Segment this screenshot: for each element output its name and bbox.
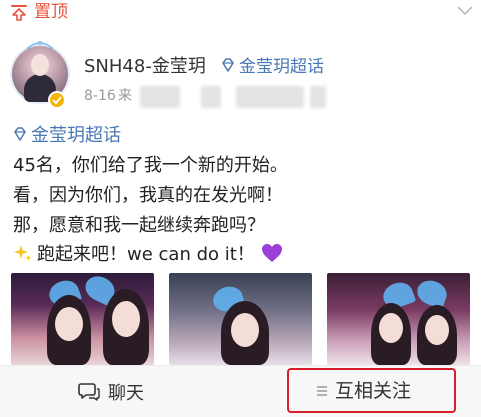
blurred-text — [236, 86, 304, 108]
menu-lines-icon — [317, 386, 327, 396]
photo-figure — [231, 313, 259, 347]
post-topic-link[interactable]: 金莹玥超话 — [12, 124, 121, 148]
chat-button[interactable]: 聊天 — [78, 378, 144, 406]
post-photo-3[interactable] — [327, 273, 470, 365]
author-name[interactable]: SNH48-金莹玥 — [84, 55, 206, 79]
pinned-label: 置顶 — [34, 2, 68, 22]
post-source-fragment: 来 — [118, 88, 132, 104]
photo-decoration — [413, 276, 451, 310]
photo-figure — [112, 301, 140, 337]
photo-figure — [379, 313, 403, 343]
diamond-icon — [222, 58, 234, 72]
post-photo-1[interactable] — [11, 273, 154, 365]
post-text-line-2: 看，因为你们，我真的在发光啊！ — [13, 185, 283, 206]
blurred-text — [140, 86, 180, 108]
avatar-decoration-icon — [26, 41, 54, 50]
pin-top-icon — [11, 5, 27, 21]
blurred-text — [201, 86, 221, 108]
chevron-down-icon[interactable] — [456, 4, 474, 18]
photo-figure — [425, 315, 449, 345]
chat-icon — [78, 383, 100, 401]
author-supertopic-label: 金莹玥超话 — [239, 57, 324, 77]
purple-heart-icon — [261, 244, 282, 262]
author-supertopic-link[interactable]: 金莹玥超话 — [220, 55, 324, 79]
diamond-icon — [14, 127, 26, 141]
blurred-text — [310, 86, 326, 108]
sparkles-icon — [14, 245, 32, 261]
post-text-line-1: 45名，你们给了我一个新的开始。 — [13, 155, 288, 176]
avatar-figure-face — [31, 54, 49, 76]
mutual-follow-label: 互相关注 — [335, 380, 412, 402]
post-text-line-3: 那，愿意和我一起继续奔跑吗？ — [13, 215, 265, 236]
post-topic-label: 金莹玥超话 — [31, 125, 121, 146]
chat-button-label: 聊天 — [108, 383, 144, 404]
post-photo-2[interactable] — [169, 273, 312, 365]
post-text-line-4-label: 跑起来吧！we can do it！ — [37, 244, 255, 265]
verified-badge-icon — [48, 91, 66, 109]
post-text-line-4: 跑起来吧！we can do it！ — [13, 243, 283, 267]
pinned-header: 置顶 — [0, 0, 481, 30]
mutual-follow-button[interactable]: 互相关注 — [287, 368, 456, 413]
photo-figure — [55, 307, 83, 341]
post-date: 8-16 — [84, 88, 116, 104]
